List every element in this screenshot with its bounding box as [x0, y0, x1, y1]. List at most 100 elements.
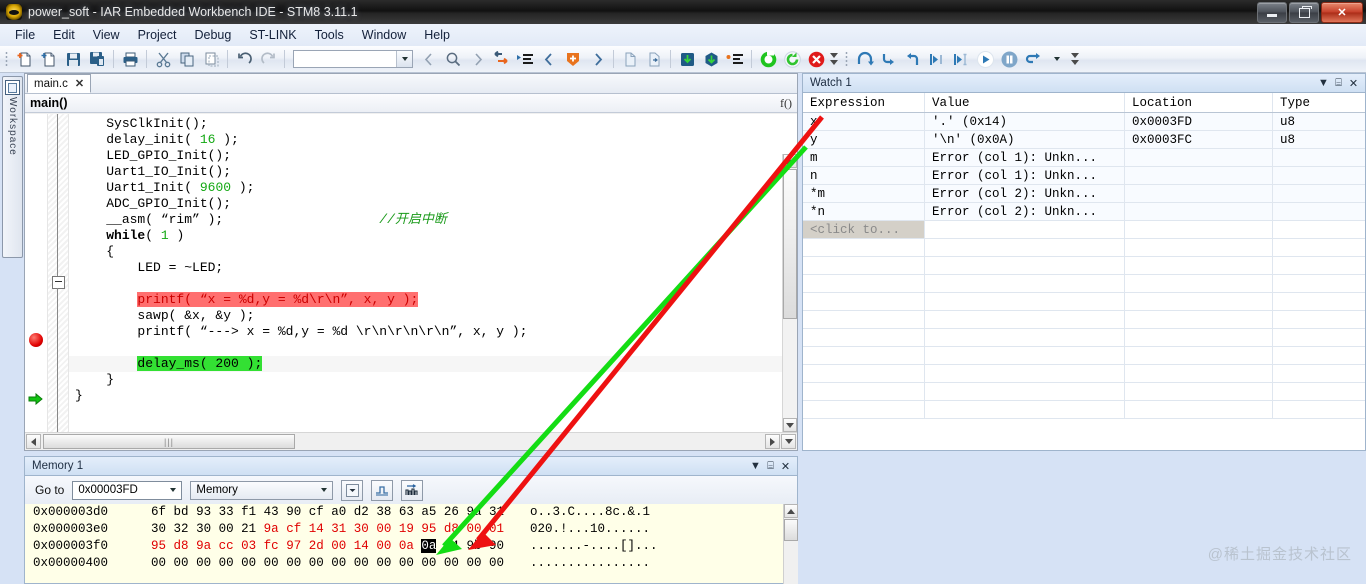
close-icon[interactable]: ✕	[1346, 77, 1361, 90]
memory-byte[interactable]: a5	[421, 505, 436, 519]
step-over-icon[interactable]	[853, 48, 877, 70]
pin-icon[interactable]: ⌸	[763, 460, 778, 473]
memory-byte[interactable]: 9a	[196, 539, 211, 553]
new-document-icon[interactable]	[13, 48, 37, 70]
reset-target-icon[interactable]	[1021, 48, 1045, 70]
memory-byte[interactable]: 00	[331, 539, 346, 553]
code-line[interactable]: printf( “x = %d,y = %d\r\n”, x, y );	[69, 292, 797, 308]
menu-item-file[interactable]: File	[6, 25, 44, 45]
memory-byte[interactable]: 90	[489, 539, 504, 553]
memory-byte[interactable]: 9b	[466, 539, 481, 553]
copy-icon[interactable]	[175, 48, 199, 70]
close-icon[interactable]: ✕	[778, 460, 793, 473]
memory-byte[interactable]: 00	[444, 556, 459, 570]
memory-byte[interactable]: 00	[286, 556, 301, 570]
memory-byte[interactable]: 00	[376, 539, 391, 553]
run-icon[interactable]	[973, 48, 997, 70]
code-line[interactable]: __asm( “rim” ); //开启中断	[69, 212, 797, 228]
memory-byte[interactable]: 00	[151, 556, 166, 570]
menu-item-edit[interactable]: Edit	[44, 25, 84, 45]
previous-bookmark-icon[interactable]	[537, 48, 561, 70]
memory-options-icon[interactable]	[341, 479, 364, 501]
memory-hex-bytes[interactable]: 00 00 00 00 00 00 00 00 00 00 00 00 00 0…	[151, 555, 504, 572]
paste-icon[interactable]	[199, 48, 223, 70]
make-icon[interactable]	[642, 48, 666, 70]
scroll-left-button[interactable]	[26, 434, 41, 449]
editor-hscroll-thumb[interactable]: |||	[43, 434, 295, 449]
code-line[interactable]: delay_init( 16 );	[69, 132, 797, 148]
download-icon[interactable]	[699, 48, 723, 70]
memory-byte[interactable]: 00	[466, 556, 481, 570]
save-icon[interactable]	[61, 48, 85, 70]
menu-item-project[interactable]: Project	[129, 25, 186, 45]
watch-cell-location[interactable]	[1125, 221, 1273, 238]
compile-icon[interactable]	[618, 48, 642, 70]
watch-cell-location[interactable]: 0x0003FC	[1125, 131, 1273, 148]
editor-tab-main-c[interactable]: main.c ✕	[27, 74, 92, 93]
watch-cell-location[interactable]	[1125, 149, 1273, 166]
memory-byte[interactable]: 6f	[151, 505, 166, 519]
go-icon[interactable]	[756, 48, 780, 70]
memory-fill-icon[interactable]	[371, 479, 394, 501]
fold-collapse-icon[interactable]	[52, 276, 65, 289]
chevron-down-icon[interactable]: ▼	[748, 460, 763, 472]
breakpoint-icon[interactable]	[561, 48, 585, 70]
watch-cell-value[interactable]: '\n' (0x0A)	[925, 131, 1125, 148]
code-line[interactable]: LED = ~LED;	[69, 260, 797, 276]
code-line[interactable]: }	[69, 372, 797, 388]
memory-byte[interactable]: 33	[219, 505, 234, 519]
go-to-definition-icon[interactable]	[489, 48, 513, 70]
watch-cell-type[interactable]: u8	[1273, 131, 1365, 148]
memory-byte[interactable]: 00	[264, 556, 279, 570]
watch-cell-value[interactable]: '.' (0x14)	[925, 113, 1125, 130]
redo-icon[interactable]	[256, 48, 280, 70]
chevron-down-icon[interactable]	[396, 51, 412, 67]
memory-byte[interactable]: d8	[174, 539, 189, 553]
watch-row[interactable]: y '\n' (0x0A) 0x0003FC u8	[803, 131, 1365, 149]
memory-byte[interactable]: 00	[376, 556, 391, 570]
memory-byte[interactable]: a0	[331, 505, 346, 519]
watch-cell-type[interactable]: u8	[1273, 113, 1365, 130]
memory-byte[interactable]: 00	[174, 556, 189, 570]
memory-byte[interactable]: 30	[151, 522, 166, 536]
chevron-down-icon[interactable]	[165, 488, 181, 492]
memory-byte[interactable]: 31	[489, 505, 504, 519]
watch-row[interactable]: n Error (col 1): Unkn...	[803, 167, 1365, 185]
memory-setup-icon[interactable]	[401, 479, 424, 501]
memory-byte[interactable]: 01	[489, 522, 504, 536]
debug-toolbar-grip[interactable]	[843, 50, 850, 68]
code-line[interactable]: }	[69, 388, 797, 404]
memory-byte[interactable]: 21	[241, 522, 256, 536]
memory-scroll-up-button[interactable]	[784, 504, 798, 518]
code-line[interactable]: Uart1_Init( 9600 );	[69, 180, 797, 196]
memory-byte[interactable]: 00	[219, 522, 234, 536]
memory-row[interactable]: 0x000003e0 30 32 30 00 21 9a cf 14 31 30 …	[25, 521, 797, 538]
memory-byte[interactable]: 38	[376, 505, 391, 519]
editor-split-button[interactable]	[781, 434, 796, 449]
memory-byte[interactable]: 63	[399, 505, 414, 519]
cut-icon[interactable]	[151, 48, 175, 70]
pin-icon[interactable]: ⌸	[1331, 77, 1346, 90]
memory-byte[interactable]: 14	[309, 522, 324, 536]
memory-byte[interactable]: fc	[264, 539, 279, 553]
debug-toolbar-overflow-icon[interactable]	[1069, 48, 1081, 70]
watch-cell-expression[interactable]: <click to...	[803, 221, 925, 238]
minimize-button[interactable]	[1257, 2, 1287, 23]
memory-byte[interactable]: f1	[241, 505, 256, 519]
memory-byte[interactable]: 00	[489, 556, 504, 570]
run-to-cursor-icon[interactable]	[949, 48, 973, 70]
menu-item-help[interactable]: Help	[415, 25, 459, 45]
watch-cell-value[interactable]: Error (col 1): Unkn...	[925, 149, 1125, 166]
maximize-button[interactable]	[1289, 2, 1319, 23]
memory-row[interactable]: 0x00000400 00 00 00 00 00 00 00 00 00 00 …	[25, 555, 797, 572]
watch-row[interactable]: *n Error (col 2): Unkn...	[803, 203, 1365, 221]
editor-breakpoint-gutter[interactable]	[25, 114, 48, 450]
memory-row[interactable]: 0x000003d0 6f bd 93 33 f1 43 90 cf a0 d2 …	[25, 504, 797, 521]
navigate-back-icon[interactable]	[417, 48, 441, 70]
watch-column-header[interactable]: Type	[1273, 93, 1365, 112]
code-text-area[interactable]: SysClkInit(); delay_init( 16 ); LED_GPIO…	[69, 114, 797, 450]
memory-byte[interactable]: 90	[286, 505, 301, 519]
memory-byte[interactable]: 14	[444, 539, 459, 553]
toolbar-overflow-icon[interactable]	[828, 48, 840, 70]
goto-address-input[interactable]: 0x00003FD	[72, 480, 183, 500]
